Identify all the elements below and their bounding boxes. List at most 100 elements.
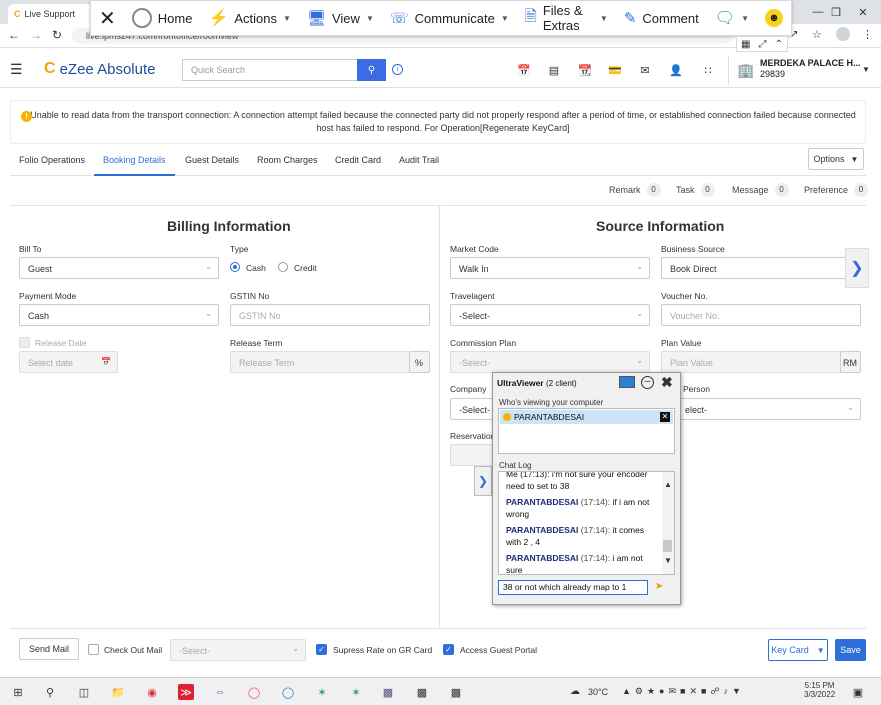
ultraviewer-icon[interactable]: ◯: [280, 684, 296, 700]
supress-rate-checkbox[interactable]: ✓: [316, 644, 327, 655]
tape-chart-icon[interactable]: ▤: [546, 62, 562, 78]
release-date-checkbox[interactable]: [19, 337, 30, 348]
chat-message: PARANTABDESAI (17:14): i am not sure: [506, 552, 658, 574]
tab-credit-card[interactable]: Credit Card: [335, 148, 381, 176]
uv-emoji-button[interactable]: ☻: [757, 0, 791, 36]
teamviewer-icon[interactable]: ⇔: [212, 684, 228, 700]
uv-files-button[interactable]: 🗎 Files & Extras ▼: [517, 0, 616, 36]
person-select[interactable]: elect- ⌄: [677, 398, 861, 420]
notification-icon[interactable]: ▣: [850, 684, 866, 700]
uv-view-button[interactable]: 🖥 View ▼: [299, 0, 382, 36]
close-chat-icon[interactable]: ✖: [661, 374, 673, 391]
type-cash-radio[interactable]: [230, 262, 240, 272]
chevron-down-icon[interactable]: ▼: [862, 65, 870, 74]
user-search-icon[interactable]: 👤: [668, 62, 684, 78]
reservation-field[interactable]: [450, 444, 495, 466]
message-counter[interactable]: Message 0: [732, 182, 789, 198]
uv-chat-button[interactable]: 🗨 ▼: [707, 0, 757, 36]
bookmark-star-icon[interactable]: ☆: [812, 28, 822, 41]
uv-communicate-button[interactable]: ☏ Communicate ▼: [382, 0, 517, 36]
tab-booking-details[interactable]: Booking Details: [94, 148, 175, 176]
payment-mode-select[interactable]: Cash ⌄: [19, 304, 219, 326]
search-icon[interactable]: ⚲: [42, 684, 58, 700]
apps-grid-icon[interactable]: ∷: [700, 62, 716, 78]
hamburger-menu-icon[interactable]: ☰: [10, 61, 23, 78]
disconnect-icon[interactable]: ✕: [660, 412, 670, 422]
chrome-icon[interactable]: ◉: [144, 684, 160, 700]
scroll-up-icon[interactable]: ▲: [664, 480, 672, 489]
key-card-button[interactable]: Key Card ▼: [768, 639, 828, 661]
close-window-icon[interactable]: ✕: [845, 0, 881, 24]
search-button[interactable]: ⚲: [357, 59, 386, 81]
uv-toolbar-collapse[interactable]: ▦ ⤢ ⌃: [736, 36, 788, 52]
app-icon[interactable]: ◯: [246, 684, 262, 700]
profile-avatar[interactable]: [836, 27, 850, 41]
file-explorer-icon[interactable]: 📁: [110, 684, 126, 700]
uv-close-button[interactable]: ✕: [91, 0, 124, 36]
app-icon[interactable]: ✶: [348, 684, 364, 700]
billing-icon[interactable]: 💳: [607, 62, 623, 78]
browser-menu-icon[interactable]: ⋮: [862, 28, 873, 41]
release-term-input[interactable]: Release Term: [230, 351, 410, 373]
clock[interactable]: 5:15 PM 3/3/2022: [804, 681, 835, 699]
uv-home-button[interactable]: Home: [124, 0, 201, 36]
uv-actions-button[interactable]: ⚡ Actions ▼: [200, 0, 298, 36]
minimize-chat-icon[interactable]: –: [641, 376, 654, 389]
remark-counter[interactable]: Remark 0: [609, 182, 661, 198]
release-date-input[interactable]: Select date 📅: [19, 351, 118, 373]
business-source-select[interactable]: Book Direct: [661, 257, 861, 279]
uv-chat-collapse[interactable]: ❯: [474, 466, 492, 496]
tab-guest-details[interactable]: Guest Details: [185, 148, 239, 176]
info-icon[interactable]: i: [392, 64, 403, 75]
preference-counter[interactable]: Preference 0: [804, 182, 869, 198]
send-icon[interactable]: ➤: [655, 581, 663, 592]
app-icon[interactable]: ▩: [448, 684, 464, 700]
tab-folio-operations[interactable]: Folio Operations: [19, 148, 85, 176]
check-out-mail-checkbox[interactable]: [88, 644, 99, 655]
app-icon[interactable]: ▩: [380, 684, 396, 700]
commission-plan-select[interactable]: -Select- ⌄: [450, 351, 650, 373]
anydesk-icon[interactable]: ≫: [178, 684, 194, 700]
app-icon[interactable]: ▩: [414, 684, 430, 700]
save-button[interactable]: Save: [835, 639, 866, 661]
quick-search-input[interactable]: Quick Search: [182, 59, 358, 81]
task-view-icon[interactable]: ◫: [76, 684, 92, 700]
scroll-down-icon[interactable]: ▼: [664, 556, 672, 565]
app-icon[interactable]: ✶: [314, 684, 330, 700]
mail-template-select[interactable]: -Select- ⌄: [170, 639, 306, 661]
access-portal-checkbox[interactable]: ✓: [443, 644, 454, 655]
monitor-icon[interactable]: [619, 376, 635, 388]
send-mail-button[interactable]: Send Mail: [19, 638, 79, 660]
reload-icon[interactable]: ↻: [52, 28, 62, 42]
mail-icon[interactable]: ✉: [637, 62, 653, 78]
bill-to-select[interactable]: Guest ⌄: [19, 257, 219, 279]
back-icon[interactable]: ←: [8, 28, 20, 42]
windows-start-icon[interactable]: ⊞: [10, 684, 26, 700]
scroll-thumb[interactable]: [663, 540, 672, 552]
voucher-input[interactable]: Voucher No.: [661, 304, 861, 326]
task-counter[interactable]: Task 0: [676, 182, 715, 198]
options-button[interactable]: Options ▼: [808, 148, 864, 170]
uv-viewer-row[interactable]: PARANTABDESAI ✕: [500, 410, 673, 424]
weather-icon[interactable]: ☁: [570, 686, 580, 697]
type-credit-radio[interactable]: [278, 262, 288, 272]
gstin-input[interactable]: GSTIN No: [230, 304, 430, 326]
system-tray-icons[interactable]: ▲⚙★●✉■✕■☍♪▼: [622, 686, 745, 697]
temperature[interactable]: 30°C: [588, 687, 608, 697]
travelagent-value: -Select-: [459, 311, 491, 321]
uv-chat-input[interactable]: 38 or not which already map to 1: [498, 580, 648, 595]
calendar-add-icon[interactable]: 📅: [516, 62, 532, 78]
travelagent-select[interactable]: -Select- ⌄: [450, 304, 650, 326]
forward-icon[interactable]: →: [30, 28, 42, 42]
tab-room-charges[interactable]: Room Charges: [257, 148, 318, 176]
calendar-icon[interactable]: 📆: [577, 62, 593, 78]
chat-scrollbar[interactable]: ▲ ▼: [662, 472, 674, 574]
market-code-select[interactable]: Walk In ⌄: [450, 257, 650, 279]
side-panel-toggle[interactable]: ❯: [845, 248, 869, 288]
tab-audit-trail[interactable]: Audit Trail: [399, 148, 439, 176]
hotel-selector[interactable]: MERDEKA PALACE H... 29839: [760, 58, 861, 80]
plan-value-input[interactable]: Plan Value: [661, 351, 841, 373]
uv-comment-button[interactable]: ✎ Comment: [616, 0, 707, 36]
app-logo[interactable]: C eZee Absolute: [44, 60, 155, 78]
browser-tab[interactable]: C Live Support: [8, 4, 94, 24]
